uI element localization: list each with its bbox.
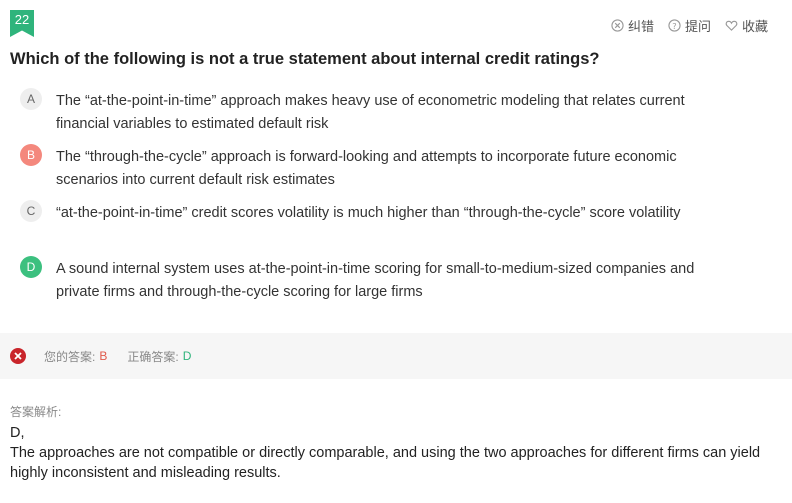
- correct-answer-label: 正确答案:: [127, 349, 179, 364]
- ask-label: 提问: [684, 19, 711, 34]
- report-icon: [611, 19, 624, 32]
- report-label: 纠错: [627, 19, 654, 34]
- your-answer-value: B: [99, 349, 108, 363]
- option-text: “at-the-point-in-time” credit scores vol…: [56, 205, 681, 221]
- ask-question-button[interactable]: ? 提问: [668, 16, 711, 35]
- option-letter: D: [20, 256, 42, 278]
- svg-text:?: ?: [672, 21, 676, 31]
- question-icon: ?: [668, 19, 681, 32]
- report-error-button[interactable]: 纠错: [611, 16, 654, 35]
- heart-icon: [725, 20, 738, 31]
- answer-analysis: 答案解析: D, The approaches are not compatib…: [10, 403, 780, 483]
- option-text: A sound internal system uses at-the-poin…: [56, 261, 695, 300]
- analysis-title: 答案解析:: [10, 405, 62, 419]
- your-answer-label: 您的答案:: [44, 349, 96, 364]
- option-b[interactable]: B The “through-the-cycle” approach is fo…: [20, 144, 736, 192]
- option-letter: C: [20, 200, 42, 222]
- analysis-answer: D,: [10, 425, 25, 441]
- question-actions: 纠错 ? 提问 收藏: [611, 16, 768, 35]
- answer-result-bar: 您的答案: B 正确答案: D: [0, 333, 792, 379]
- option-d[interactable]: D A sound internal system uses at-the-po…: [20, 256, 736, 304]
- favorite-label: 收藏: [741, 19, 768, 34]
- correct-answer-value: D: [182, 349, 192, 363]
- favorite-button[interactable]: 收藏: [725, 16, 768, 35]
- option-text: The “through-the-cycle” approach is forw…: [56, 149, 677, 188]
- wrong-answer-icon: [10, 348, 26, 364]
- question-number-badge: 22: [10, 10, 34, 37]
- option-text: The “at-the-point-in-time” approach make…: [56, 93, 685, 132]
- option-c[interactable]: C “at-the-point-in-time” credit scores v…: [20, 200, 736, 225]
- analysis-body: The approaches are not compatible or dir…: [10, 445, 761, 481]
- option-letter: B: [20, 144, 42, 166]
- option-a[interactable]: A The “at-the-point-in-time” approach ma…: [20, 88, 736, 136]
- question-text: Which of the following is not a true sta…: [10, 50, 600, 68]
- option-letter: A: [20, 88, 42, 110]
